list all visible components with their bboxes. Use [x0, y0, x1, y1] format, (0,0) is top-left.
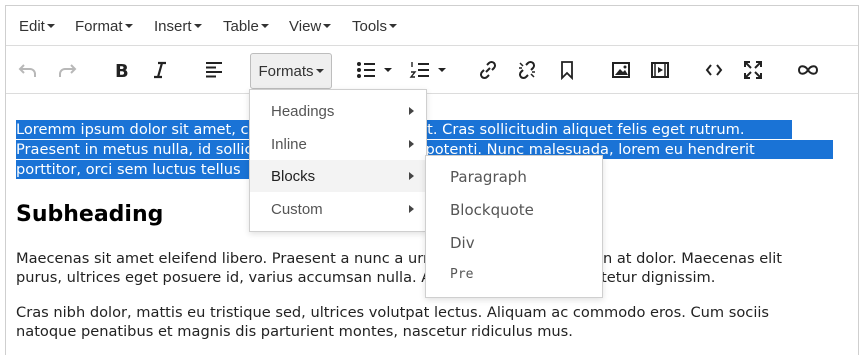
- chevron-right-icon: [409, 140, 414, 148]
- redo-icon[interactable]: [55, 58, 79, 82]
- caret-down-icon: [260, 24, 269, 28]
- menu-table-label: Table: [223, 18, 259, 35]
- formats-item-label: Headings: [271, 102, 335, 120]
- bold-icon[interactable]: B: [109, 58, 133, 82]
- svg-text:B: B: [115, 61, 129, 80]
- chevron-right-icon: [409, 205, 414, 213]
- bullet-list-icon[interactable]: [355, 58, 395, 82]
- menu-view-label: View: [289, 18, 322, 35]
- formats-item-headings[interactable]: Headings: [250, 95, 426, 127]
- caret-down-icon: [193, 24, 202, 28]
- paragraph-line: Cras nibh dolor, mattis eu tristique sed…: [16, 304, 770, 321]
- caret-down-icon: [323, 24, 332, 28]
- numbered-list-icon[interactable]: [409, 58, 449, 82]
- chevron-right-icon: [409, 107, 414, 115]
- menu-tools[interactable]: Tools: [352, 18, 398, 35]
- caret-down-icon: [389, 24, 398, 28]
- formats-item-label: Blocks: [271, 167, 316, 185]
- formats-dropdown: Headings Inline Blocks Custom: [249, 89, 427, 232]
- formats-item-label: Inline: [271, 135, 307, 153]
- image-icon[interactable]: [609, 58, 633, 82]
- block-div[interactable]: Div: [450, 234, 475, 252]
- menubar: Edit Format Insert Table View Tools: [6, 6, 858, 46]
- caret-down-icon: [46, 24, 55, 28]
- bookmark-icon[interactable]: [555, 58, 579, 82]
- block-blockquote[interactable]: Blockquote: [450, 201, 534, 219]
- formats-item-custom[interactable]: Custom: [250, 193, 426, 225]
- media-icon[interactable]: [648, 58, 672, 82]
- paragraph-line: Maecenas sit amet eleifend libero. Praes…: [16, 250, 783, 267]
- formats-item-blocks[interactable]: Blocks: [250, 160, 426, 192]
- formats-item-inline[interactable]: Inline: [250, 128, 426, 160]
- block-paragraph[interactable]: Paragraph: [450, 168, 527, 186]
- blocks-submenu: Paragraph Blockquote Div Pre: [425, 155, 603, 298]
- caret-down-icon: [124, 24, 133, 28]
- paragraph-line: natoque penatibus et magnis dis parturie…: [16, 323, 573, 340]
- formats-button[interactable]: Formats: [250, 53, 332, 89]
- link-icon[interactable]: [476, 58, 500, 82]
- align-left-icon[interactable]: [202, 58, 226, 82]
- italic-icon[interactable]: [148, 58, 172, 82]
- toolbar: B Formats: [6, 46, 858, 94]
- block-pre[interactable]: Pre: [450, 267, 473, 282]
- unlink-icon[interactable]: [515, 58, 539, 82]
- menu-edit-label: Edit: [19, 18, 45, 35]
- paragraph-line: purus, ultrices eget posuere id, varius …: [16, 269, 716, 286]
- menu-insert[interactable]: Insert: [154, 18, 202, 35]
- caret-down-icon: [315, 69, 324, 73]
- menu-table[interactable]: Table: [223, 18, 269, 35]
- menu-format[interactable]: Format: [75, 18, 133, 35]
- formats-button-label: Formats: [258, 62, 314, 80]
- fullscreen-icon[interactable]: [741, 58, 765, 82]
- formats-item-label: Custom: [271, 200, 323, 218]
- menu-view[interactable]: View: [289, 18, 332, 35]
- menu-format-label: Format: [75, 18, 123, 35]
- selected-text-line: porttitor, orci sem luctus tellus: [16, 161, 241, 178]
- subheading: Subheading: [16, 202, 164, 227]
- chevron-right-icon: [409, 172, 414, 180]
- code-icon[interactable]: [702, 58, 726, 82]
- spellcheck-icon[interactable]: [795, 58, 821, 82]
- menu-edit[interactable]: Edit: [19, 18, 55, 35]
- undo-icon[interactable]: [16, 58, 40, 82]
- menu-insert-label: Insert: [154, 18, 192, 35]
- menu-tools-label: Tools: [352, 18, 388, 35]
